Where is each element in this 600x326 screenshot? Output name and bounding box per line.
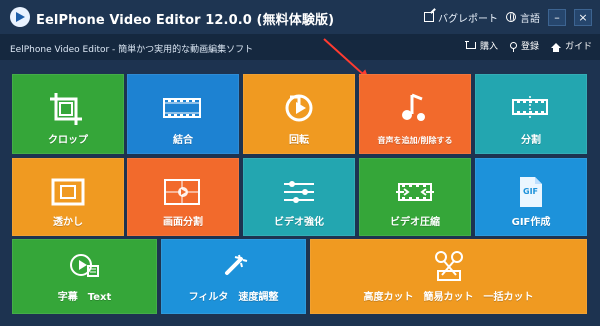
compress-icon bbox=[392, 172, 438, 212]
sub-actions: 購入 登録 ガイド bbox=[464, 39, 592, 52]
minimize-button[interactable]: – bbox=[548, 8, 566, 26]
tile-merge[interactable]: 結合 bbox=[127, 74, 239, 154]
tile-filter[interactable]: フィルタ 速度調整 bbox=[161, 239, 306, 314]
app-logo-icon bbox=[10, 7, 30, 27]
tile-audio[interactable]: 音声を追加/削除する bbox=[359, 74, 471, 154]
register-link[interactable]: 登録 bbox=[509, 39, 539, 52]
tile-enhance[interactable]: ビデオ強化 bbox=[243, 158, 355, 236]
tile-split[interactable]: 分割 bbox=[475, 74, 587, 154]
app-window: EelPhone Video Editor 12.0.0 (無料体験版) バグレ… bbox=[0, 0, 600, 326]
feedback-link[interactable]: バグレポート bbox=[424, 10, 498, 25]
tagline-text: EelPhone Video Editor - 簡単かつ実用的な動画編集ソフト bbox=[10, 45, 254, 55]
filmstrip-icon bbox=[160, 88, 206, 128]
tile-label-split: 分割 bbox=[521, 135, 541, 146]
subtitle-icon bbox=[65, 248, 105, 284]
sliders-icon bbox=[276, 172, 322, 212]
register-label: 登録 bbox=[520, 42, 539, 52]
guide-label: ガイド bbox=[564, 42, 592, 52]
gif-icon: GIF bbox=[508, 172, 554, 212]
cut-film-icon bbox=[508, 88, 554, 128]
tile-label-crop-advanced: 高度カット 簡易カット 一括カット bbox=[363, 292, 534, 303]
home-icon bbox=[550, 43, 561, 52]
svg-text:GIF: GIF bbox=[523, 187, 538, 196]
tile-compress[interactable]: ビデオ圧縮 bbox=[359, 158, 471, 236]
buy-label: 購入 bbox=[479, 42, 498, 52]
watermark-icon bbox=[45, 172, 91, 212]
tile-label-audio: 音声を追加/削除する bbox=[377, 136, 453, 145]
cart-icon bbox=[464, 41, 476, 49]
magic-wand-icon bbox=[214, 248, 254, 284]
globe-icon bbox=[506, 12, 516, 22]
crop-icon bbox=[45, 88, 91, 128]
tile-label-screen-split: 画面分割 bbox=[163, 217, 203, 228]
app-title: EelPhone Video Editor 12.0.0 (無料体験版) bbox=[36, 13, 335, 28]
tile-label-compress: ビデオ圧縮 bbox=[390, 217, 440, 228]
feedback-label: バグレポート bbox=[438, 13, 498, 25]
key-icon bbox=[509, 42, 517, 52]
guide-link[interactable]: ガイド bbox=[550, 39, 592, 52]
language-menu[interactable]: 言語 bbox=[506, 10, 540, 25]
tile-label-merge: 結合 bbox=[173, 135, 193, 146]
tile-label-enhance: ビデオ強化 bbox=[274, 217, 324, 228]
tile-gif[interactable]: GIF GIF作成 bbox=[475, 158, 587, 236]
rotate-icon bbox=[276, 88, 322, 128]
tile-label-gif: GIF作成 bbox=[511, 217, 551, 228]
tile-rotate[interactable]: 回転 bbox=[243, 74, 355, 154]
tile-label-watermark: 透かし bbox=[53, 217, 83, 228]
tile-label-crop: クロップ bbox=[48, 135, 88, 146]
tile-label-filter: フィルタ 速度調整 bbox=[188, 292, 279, 303]
title-actions: バグレポート 言語 – × bbox=[424, 6, 592, 28]
tile-screen-split[interactable]: 画面分割 bbox=[127, 158, 239, 236]
buy-link[interactable]: 購入 bbox=[464, 39, 498, 52]
edit-icon bbox=[424, 12, 434, 22]
split-screen-icon bbox=[160, 172, 206, 212]
tile-subtitle[interactable]: 字幕 Text bbox=[12, 239, 157, 314]
close-button[interactable]: × bbox=[574, 8, 592, 26]
sub-header: EelPhone Video Editor - 簡単かつ実用的な動画編集ソフト … bbox=[0, 34, 600, 60]
music-note-icon bbox=[392, 88, 438, 128]
tile-watermark[interactable]: 透かし bbox=[12, 158, 124, 236]
language-label: 言語 bbox=[520, 13, 540, 25]
tile-crop[interactable]: クロップ bbox=[12, 74, 124, 154]
tile-crop-advanced[interactable]: 高度カット 簡易カット 一括カット bbox=[310, 239, 587, 314]
tile-label-subtitle: 字幕 Text bbox=[57, 292, 112, 303]
title-bar: EelPhone Video Editor 12.0.0 (無料体験版) バグレ… bbox=[0, 0, 600, 34]
scissors-icon bbox=[429, 248, 469, 284]
tile-label-rotate: 回転 bbox=[289, 135, 309, 146]
